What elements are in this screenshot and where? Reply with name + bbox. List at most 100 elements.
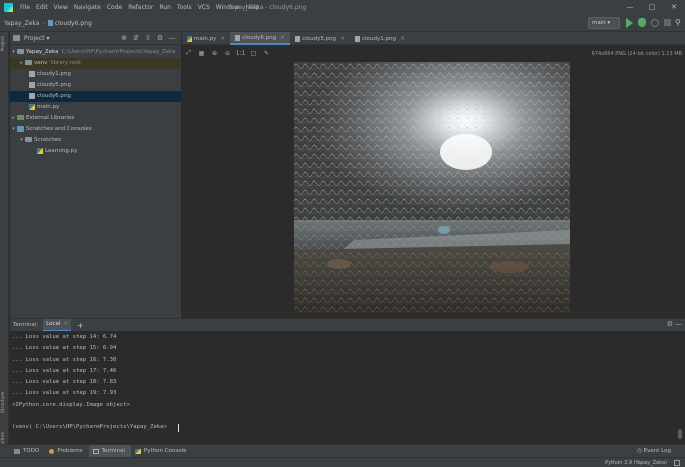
tool-tab-terminal[interactable]: Terminal bbox=[88, 444, 131, 458]
tab-cloudy5[interactable]: cloudy5.png × bbox=[290, 32, 350, 45]
run-icon[interactable] bbox=[626, 18, 633, 28]
tree-item-external-libraries[interactable]: ▸ External Libraries bbox=[10, 113, 181, 124]
library-icon bbox=[17, 115, 24, 120]
stop-icon[interactable] bbox=[664, 19, 671, 26]
actual-size-icon[interactable]: 1:1 bbox=[234, 50, 247, 57]
color-picker-icon[interactable]: ✎ bbox=[260, 50, 273, 57]
terminal-header: Terminal: Local × + ⚙ — bbox=[10, 319, 685, 331]
breadcrumb-project[interactable]: Yapay_Zeka bbox=[0, 20, 39, 27]
venv-hint: library root bbox=[50, 60, 81, 66]
terminal-output[interactable]: ... Loss value at step 14: 6.74 ... Loss… bbox=[10, 331, 673, 445]
image-file-icon bbox=[29, 92, 35, 99]
event-log-label: Event Log bbox=[643, 448, 671, 454]
interpreter-selector[interactable]: Python 3.9 (Yapay_Zeka) bbox=[605, 458, 667, 467]
menu-edit[interactable]: Edit bbox=[33, 4, 51, 11]
tree-item-scratches-consoles[interactable]: ▾ Scratches and Consoles bbox=[10, 124, 181, 135]
menu-refactor[interactable]: Refactor bbox=[125, 4, 156, 11]
coverage-icon[interactable] bbox=[651, 19, 659, 27]
tree-item-scratches[interactable]: ▾ Scratches bbox=[10, 135, 181, 146]
close-tab-icon[interactable]: × bbox=[280, 34, 285, 41]
zoom-in-icon[interactable]: ⊕ bbox=[208, 50, 221, 57]
collapse-all-icon[interactable]: ⇳ bbox=[142, 34, 154, 43]
project-panel-header: Project ▾ ⊕ ⇵ ⇳ ⚙ — bbox=[10, 32, 181, 45]
breadcrumb-file-label: cloudy6.png bbox=[54, 19, 92, 27]
tree-item-venv[interactable]: ▸ venv library root bbox=[10, 58, 181, 69]
fit-zoom-icon[interactable]: ⤢ bbox=[182, 49, 195, 57]
gear-icon[interactable]: ⚙ bbox=[667, 320, 673, 328]
breadcrumb-separator: › bbox=[42, 19, 45, 27]
tab-cloudy1[interactable]: cloudy1.png × bbox=[350, 32, 410, 45]
tab-main-py[interactable]: main.py × bbox=[182, 32, 230, 45]
menu-run[interactable]: Run bbox=[156, 4, 174, 11]
close-tab-icon[interactable]: × bbox=[63, 321, 68, 327]
tree-item-root[interactable]: ▾ Yapay_Zeka C:\Users\HP\PycharmProjects\Y… bbox=[10, 47, 181, 58]
close-icon[interactable]: ✕ bbox=[663, 0, 685, 15]
image-file-icon bbox=[235, 34, 241, 41]
chevron-down-icon[interactable]: ▾ bbox=[18, 135, 25, 146]
tree-item-learning-py[interactable]: Learning.py bbox=[10, 146, 181, 157]
close-tab-icon[interactable]: × bbox=[340, 35, 345, 42]
menu-tools[interactable]: Tools bbox=[174, 4, 195, 11]
new-terminal-icon[interactable]: + bbox=[77, 321, 84, 330]
terminal-scrollbar[interactable] bbox=[678, 429, 682, 439]
status-bar: Python 3.9 (Yapay_Zeka) bbox=[0, 457, 685, 467]
chevron-right-icon[interactable]: ▸ bbox=[10, 113, 17, 124]
menu-view[interactable]: View bbox=[51, 4, 71, 11]
tree-item-cloudy1[interactable]: cloudy1.png bbox=[10, 69, 181, 80]
warning-icon bbox=[49, 448, 55, 454]
folder-icon bbox=[25, 137, 32, 142]
terminal-line: ... Loss value at step 17: 7.46 bbox=[12, 368, 117, 374]
venv-name: venv bbox=[34, 60, 48, 66]
zoom-out-icon[interactable]: ⊖ bbox=[221, 50, 234, 57]
project-panel-tools: ⊕ ⇵ ⇳ ⚙ — bbox=[118, 34, 178, 43]
tool-tab-python-console[interactable]: Python Console bbox=[131, 445, 193, 458]
menu-vcs[interactable]: VCS bbox=[195, 4, 213, 11]
image-file-icon bbox=[355, 35, 361, 42]
folder-icon bbox=[25, 60, 32, 65]
external-libraries-label: External Libraries bbox=[26, 115, 75, 121]
terminal-prompt: (venv) C:\Users\HP\PycharmProjects\Yapay… bbox=[12, 424, 167, 430]
tree-item-cloudy6[interactable]: cloudy6.png bbox=[10, 91, 181, 102]
file-label: cloudy5.png bbox=[37, 82, 71, 88]
grid-icon[interactable]: ▦ bbox=[195, 50, 208, 57]
debug-icon[interactable] bbox=[638, 18, 646, 27]
structure-tool-tab[interactable]: Structure bbox=[1, 392, 8, 413]
tab-cloudy6[interactable]: cloudy6.png × bbox=[230, 32, 291, 45]
gear-icon[interactable]: ⚙ bbox=[154, 34, 166, 43]
scratch-file-label: Learning.py bbox=[45, 148, 78, 154]
tool-tab-todo[interactable]: TODO bbox=[10, 445, 45, 458]
root-path: C:\Users\HP\PycharmProjects\Yapay_Zeka bbox=[61, 49, 176, 55]
tool-tab-problems[interactable]: Problems bbox=[45, 445, 88, 458]
chevron-right-icon[interactable]: ▸ bbox=[18, 58, 25, 69]
tree-item-main-py[interactable]: main.py bbox=[10, 102, 181, 113]
tab-local-terminal[interactable]: Local × bbox=[43, 319, 71, 331]
expand-all-icon[interactable]: ⇵ bbox=[130, 34, 142, 43]
project-view-icon bbox=[13, 35, 20, 41]
locate-icon[interactable]: ⊕ bbox=[118, 34, 130, 43]
project-panel: Project ▾ ⊕ ⇵ ⇳ ⚙ — ▾ Yapay_Zeka C:\Users\… bbox=[10, 32, 181, 318]
menu-code[interactable]: Code bbox=[104, 4, 125, 11]
menu-navigate[interactable]: Navigate bbox=[71, 4, 104, 11]
project-tool-tab[interactable]: Project bbox=[1, 36, 8, 51]
hide-icon[interactable]: — bbox=[675, 320, 682, 328]
search-icon[interactable]: ⚲ bbox=[675, 18, 681, 27]
hide-icon[interactable]: — bbox=[166, 34, 178, 43]
lock-icon[interactable] bbox=[674, 460, 680, 466]
minimize-icon[interactable]: — bbox=[619, 0, 641, 15]
close-tab-icon[interactable]: × bbox=[400, 35, 405, 42]
chevron-down-icon[interactable]: ▾ bbox=[10, 47, 17, 58]
image-file-icon bbox=[29, 81, 35, 88]
breadcrumb-file[interactable]: cloudy6.png bbox=[47, 19, 92, 27]
run-configuration-select[interactable]: main ▾ bbox=[588, 17, 620, 29]
python-file-icon bbox=[37, 147, 43, 154]
menu-file[interactable]: File bbox=[17, 4, 33, 11]
maximize-icon[interactable]: □ bbox=[641, 0, 663, 15]
chevron-down-icon[interactable]: ▾ bbox=[10, 124, 17, 135]
terminal-line: ... Loss value at step 16: 7.30 bbox=[12, 357, 117, 363]
terminal-icon bbox=[92, 448, 99, 454]
close-tab-icon[interactable]: × bbox=[220, 35, 225, 42]
tree-item-cloudy5[interactable]: cloudy5.png bbox=[10, 80, 181, 91]
editor-area: main.py × cloudy6.png × cloudy5.png × cloud… bbox=[182, 32, 685, 318]
scratches-root-label: Scratches and Consoles bbox=[26, 126, 92, 132]
background-icon[interactable]: □ bbox=[247, 50, 260, 57]
